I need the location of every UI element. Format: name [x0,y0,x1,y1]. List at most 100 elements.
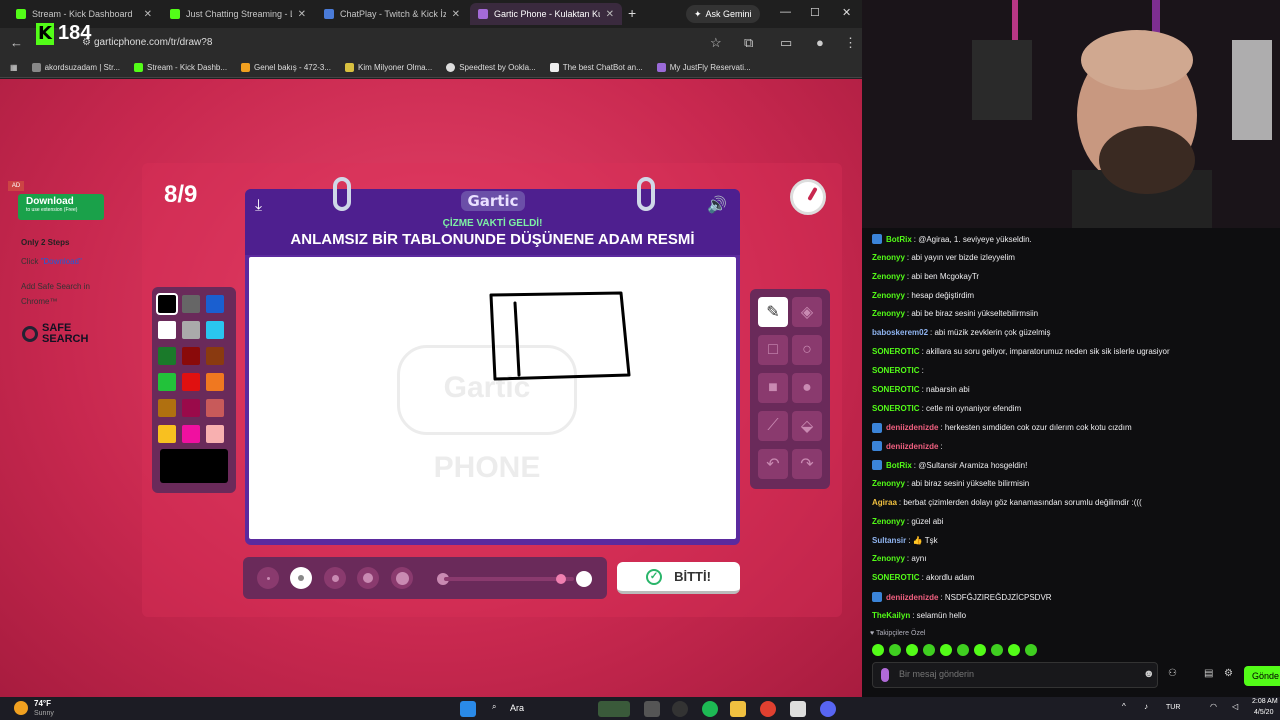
color-swatch[interactable] [158,347,176,365]
chat-username[interactable]: SONEROTIC [872,366,920,375]
chat-username[interactable]: Zenonyy [872,309,905,318]
color-swatch[interactable] [206,347,224,365]
menu-icon[interactable]: ⋮ [844,35,857,51]
color-swatch[interactable] [182,425,200,443]
close-window-icon[interactable]: ✕ [842,6,851,19]
emote-icon[interactable] [957,644,969,656]
back-icon[interactable]: ← [10,35,23,50]
close-icon[interactable]: ✕ [144,9,152,20]
bookmark-item[interactable]: Stream - Kick Dashb... [134,63,227,72]
chat-username[interactable]: Zenonyy [872,517,905,526]
new-tab-icon[interactable]: + [628,5,636,21]
chrome-icon[interactable] [760,701,776,717]
bookmark-item[interactable]: Kim Milyoner Olma... [344,63,432,72]
emote-icon[interactable] [923,644,935,656]
emote-icon[interactable] [1008,644,1020,656]
close-icon[interactable]: ✕ [452,9,460,20]
volume-tray-icon[interactable]: ◁ [1232,702,1238,711]
color-swatch[interactable] [206,425,224,443]
volume-icon[interactable]: 🔊 [707,195,727,215]
mic-icon[interactable]: ♪ [1144,702,1148,711]
language-indicator[interactable]: TUR [1166,704,1180,711]
url-field[interactable]: garticphone.com/tr/draw?8 [94,37,212,48]
apps-icon[interactable]: ▦ [10,63,18,72]
folder-icon[interactable] [730,701,746,717]
chat-username[interactable]: TheKailyn [872,611,910,620]
download-icon[interactable]: ⤓ [255,197,262,215]
bookmark-item[interactable]: The best ChatBot an... [549,63,643,72]
emote-icon[interactable] [872,644,884,656]
chat-username[interactable]: SONEROTIC [872,347,920,356]
gear-icon[interactable]: ⚙ [1224,668,1233,679]
clock-time[interactable]: 2:08 AM [1252,698,1278,705]
bookmark-item[interactable]: Speedtest by Ookla... [446,63,536,72]
size-1[interactable] [257,567,279,589]
chat-username[interactable]: SONEROTIC [872,385,920,394]
chat-input[interactable] [899,669,1139,679]
maximize-icon[interactable]: ☐ [810,6,820,19]
opacity-slider[interactable] [430,569,598,589]
bookmark-star-icon[interactable]: ☆ [710,35,722,51]
color-swatch[interactable] [158,399,176,417]
ad-download-button[interactable]: Download to use extension (Free) [18,194,104,220]
send-button[interactable]: Gönde [1244,666,1280,686]
size-4[interactable] [357,567,379,589]
close-icon[interactable]: ✕ [606,9,614,20]
tab-just-chatting[interactable]: Just Chatting Streaming - Live ✕ [162,3,314,25]
color-swatch[interactable] [206,321,224,339]
color-swatch[interactable] [182,399,200,417]
circle-fill-tool[interactable]: ● [792,373,822,403]
tray-chevron-icon[interactable]: ^ [1122,702,1126,711]
ad-step-1-link[interactable]: "Download" [41,257,82,266]
redo-tool[interactable]: ↷ [792,449,822,479]
extensions-icon[interactable]: ⧉ [744,35,753,51]
file-icon[interactable] [644,701,660,717]
size-5[interactable] [391,567,413,589]
chat-username[interactable]: baboskerem02 [872,328,928,337]
cast-icon[interactable]: ▭ [780,35,792,51]
color-swatch[interactable] [182,295,200,313]
color-swatch[interactable] [182,321,200,339]
undo-tool[interactable]: ↶ [758,449,788,479]
done-button[interactable]: ✓ BİTTİ! [617,562,740,594]
color-swatch[interactable] [158,425,176,443]
size-2[interactable] [290,567,312,589]
color-swatch[interactable] [158,321,176,339]
opacity-handle[interactable] [576,571,592,587]
color-swatch[interactable] [206,399,224,417]
color-swatch[interactable] [158,373,176,391]
tab-gartic-phone[interactable]: Gartic Phone - Kulaktan Kulağ ✕ [470,3,622,25]
chat-username[interactable]: SONEROTIC [872,404,920,413]
wifi-icon[interactable]: ◠ [1210,702,1217,711]
app-icon[interactable] [790,701,806,717]
color-swatch[interactable] [182,347,200,365]
fill-tool[interactable]: ⬙ [792,411,822,441]
windows-start-icon[interactable] [460,701,476,717]
minimize-icon[interactable]: — [780,6,791,18]
profile-icon[interactable]: ● [816,35,824,50]
emote-icon[interactable] [1025,644,1037,656]
store-icon[interactable]: ▤ [1204,668,1213,679]
chat-username[interactable]: Zenonyy [872,253,905,262]
ad-brand[interactable]: SAFE SEARCH [22,323,102,345]
close-icon[interactable]: ✕ [298,9,306,20]
chat-username[interactable]: Sultansir [872,536,906,545]
chat-username[interactable]: Zenonyy [872,291,905,300]
spotify-icon[interactable] [702,701,718,717]
ask-gemini-button[interactable]: ✦ Ask Gemini [686,5,760,23]
color-swatch[interactable] [206,295,224,313]
chat-username[interactable]: deniizdenizde [886,423,938,432]
line-tool[interactable]: ⟋ [758,411,788,441]
size-3[interactable] [324,567,346,589]
emote-icon[interactable] [889,644,901,656]
rect-outline-tool[interactable]: □ [758,335,788,365]
emote-icon[interactable] [974,644,986,656]
chat-settings-icon[interactable]: ⚇ [1168,668,1177,679]
chat-username[interactable]: Zenonyy [872,479,905,488]
pencil-tool[interactable]: ✎ [758,297,788,327]
discord-icon[interactable] [820,701,836,717]
emote-icon[interactable] [940,644,952,656]
eraser-tool[interactable]: ◈ [792,297,822,327]
chat-username[interactable]: Agiraa [872,498,897,507]
app-icon[interactable] [672,701,688,717]
